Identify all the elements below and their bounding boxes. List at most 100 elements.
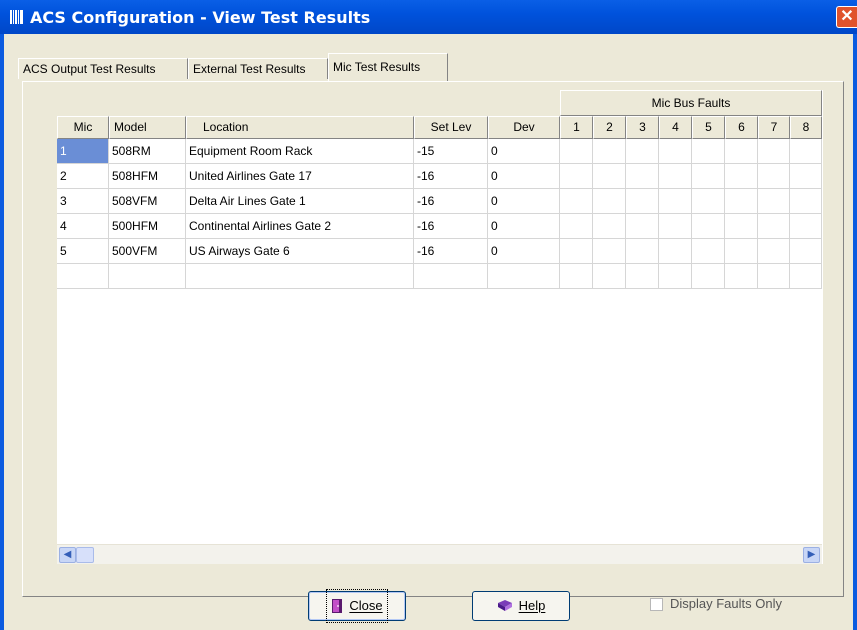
cell-mic[interactable]: 1 [57,139,109,164]
cell-fault[interactable] [626,239,659,264]
tab-mic-test-results[interactable]: Mic Test Results [328,53,448,81]
cell-fault[interactable] [593,264,626,289]
cell-location[interactable]: Continental Airlines Gate 2 [186,214,414,239]
col-header-fault-7[interactable]: 7 [758,116,790,139]
cell-set-lev[interactable] [414,264,488,289]
tab-external-test-results[interactable]: External Test Results [188,58,328,79]
col-header-set-lev[interactable]: Set Lev [414,116,488,139]
cell-model[interactable]: 508HFM [109,164,186,189]
cell-fault[interactable] [790,264,822,289]
scroll-right-icon[interactable]: ▶ [803,547,820,563]
cell-fault[interactable] [790,214,822,239]
cell-fault[interactable] [725,239,758,264]
cell-dev[interactable]: 0 [488,189,560,214]
cell-fault[interactable] [659,239,692,264]
cell-fault[interactable] [692,264,725,289]
cell-fault[interactable] [659,164,692,189]
cell-fault[interactable] [560,264,593,289]
cell-dev[interactable]: 0 [488,164,560,189]
cell-fault[interactable] [725,164,758,189]
cell-fault[interactable] [560,239,593,264]
cell-fault[interactable] [790,164,822,189]
col-header-fault-6[interactable]: 6 [725,116,758,139]
cell-set-lev[interactable]: -16 [414,214,488,239]
cell-fault[interactable] [790,189,822,214]
cell-set-lev[interactable]: -16 [414,189,488,214]
cell-fault[interactable] [758,164,790,189]
col-header-fault-4[interactable]: 4 [659,116,692,139]
display-faults-only-checkbox[interactable] [650,598,663,611]
cell-fault[interactable] [593,239,626,264]
cell-fault[interactable] [560,139,593,164]
cell-fault[interactable] [758,239,790,264]
cell-fault[interactable] [692,139,725,164]
cell-dev[interactable]: 0 [488,214,560,239]
cell-fault[interactable] [659,139,692,164]
cell-location[interactable] [186,264,414,289]
cell-fault[interactable] [790,139,822,164]
cell-model[interactable] [109,264,186,289]
title-bar[interactable]: ACS Configuration - View Test Results ✕ [0,0,857,34]
cell-mic[interactable] [57,264,109,289]
cell-fault[interactable] [692,214,725,239]
cell-fault[interactable] [725,139,758,164]
cell-fault[interactable] [626,264,659,289]
cell-fault[interactable] [758,139,790,164]
cell-location[interactable]: United Airlines Gate 17 [186,164,414,189]
col-header-fault-2[interactable]: 2 [593,116,626,139]
cell-fault[interactable] [593,139,626,164]
cell-mic[interactable]: 2 [57,164,109,189]
cell-fault[interactable] [593,214,626,239]
close-button[interactable]: Close [308,589,406,623]
horizontal-scrollbar[interactable]: ◀ ▶ [57,544,822,564]
cell-fault[interactable] [692,164,725,189]
cell-model[interactable]: 500VFM [109,239,186,264]
cell-set-lev[interactable]: -16 [414,164,488,189]
cell-fault[interactable] [593,164,626,189]
cell-mic[interactable]: 4 [57,214,109,239]
cell-fault[interactable] [659,189,692,214]
cell-fault[interactable] [560,189,593,214]
cell-location[interactable]: Equipment Room Rack [186,139,414,164]
cell-fault[interactable] [758,214,790,239]
close-window-icon[interactable]: ✕ [836,6,857,28]
tab-acs-output-test-results[interactable]: ACS Output Test Results [18,58,188,79]
cell-model[interactable]: 500HFM [109,214,186,239]
cell-fault[interactable] [758,264,790,289]
cell-mic[interactable]: 5 [57,239,109,264]
cell-fault[interactable] [725,214,758,239]
cell-fault[interactable] [659,214,692,239]
col-header-fault-1[interactable]: 1 [560,116,593,139]
cell-fault[interactable] [725,189,758,214]
col-header-dev[interactable]: Dev [488,116,560,139]
col-header-mic[interactable]: Mic [57,116,109,139]
cell-fault[interactable] [725,264,758,289]
cell-fault[interactable] [626,164,659,189]
cell-model[interactable]: 508VFM [109,189,186,214]
scroll-thumb[interactable] [76,547,94,563]
cell-fault[interactable] [626,189,659,214]
cell-location[interactable]: Delta Air Lines Gate 1 [186,189,414,214]
scroll-left-icon[interactable]: ◀ [59,547,76,563]
cell-fault[interactable] [560,164,593,189]
cell-fault[interactable] [659,264,692,289]
cell-fault[interactable] [692,189,725,214]
cell-dev[interactable]: 0 [488,139,560,164]
cell-model[interactable]: 508RM [109,139,186,164]
cell-dev[interactable] [488,264,560,289]
col-header-fault-3[interactable]: 3 [626,116,659,139]
cell-location[interactable]: US Airways Gate 6 [186,239,414,264]
cell-fault[interactable] [692,239,725,264]
cell-fault[interactable] [626,214,659,239]
cell-fault[interactable] [758,189,790,214]
cell-fault[interactable] [790,239,822,264]
help-button[interactable]: Help [472,591,570,621]
cell-dev[interactable]: 0 [488,239,560,264]
col-header-fault-5[interactable]: 5 [692,116,725,139]
cell-mic[interactable]: 3 [57,189,109,214]
col-header-model[interactable]: Model [109,116,186,139]
display-faults-only-label[interactable]: Display Faults Only [670,596,782,611]
cell-fault[interactable] [626,139,659,164]
cell-fault[interactable] [560,214,593,239]
cell-fault[interactable] [593,189,626,214]
